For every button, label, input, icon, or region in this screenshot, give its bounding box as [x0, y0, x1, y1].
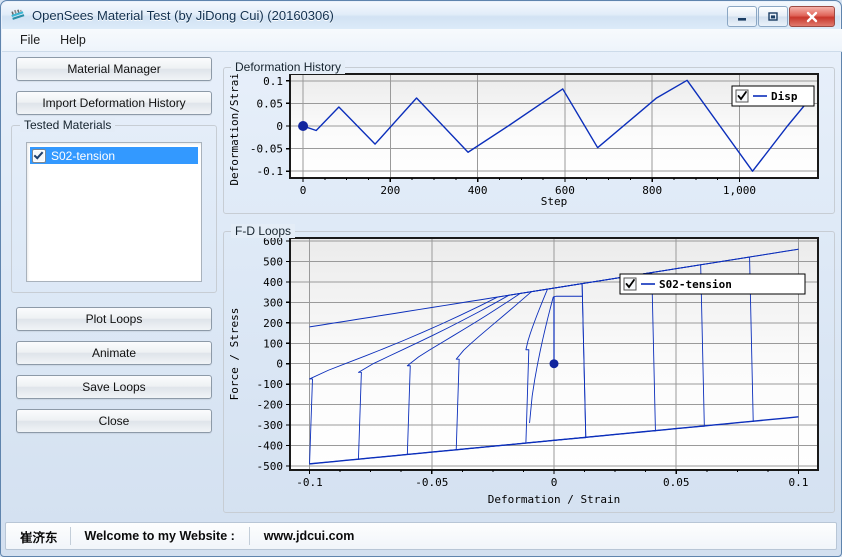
minimize-button[interactable]	[727, 6, 757, 27]
svg-text:0: 0	[300, 184, 307, 197]
status-welcome: Welcome to my Website :	[84, 529, 235, 543]
svg-text:400: 400	[263, 276, 283, 289]
save-loops-button[interactable]: Save Loops	[16, 375, 212, 399]
window-controls	[727, 6, 835, 27]
sidebar: Material Manager Import Deformation Hist…	[9, 57, 219, 443]
svg-text:0.05: 0.05	[257, 97, 284, 110]
svg-text:-400: -400	[257, 439, 284, 452]
svg-text:Force / Stress: Force / Stress	[228, 308, 241, 401]
svg-text:200: 200	[380, 184, 400, 197]
restore-button[interactable]	[758, 6, 788, 27]
svg-text:0.1: 0.1	[789, 476, 809, 489]
restore-icon	[768, 12, 778, 21]
svg-text:-500: -500	[257, 460, 284, 473]
menu-item-file[interactable]: File	[10, 31, 50, 49]
svg-text:0: 0	[276, 358, 283, 371]
fd-loops-panel: F-D Loops -0.1 -0.05 0 0.05 0.1 -500 -400 -300-…	[223, 224, 835, 513]
svg-text:-0.1: -0.1	[257, 165, 284, 178]
status-author: 崔济东	[20, 529, 58, 545]
svg-text:1,000: 1,000	[723, 184, 756, 197]
svg-text:Disp: Disp	[771, 90, 798, 103]
tested-materials-list[interactable]: S02-tension	[26, 142, 202, 282]
svg-text:800: 800	[642, 184, 662, 197]
close-button[interactable]	[789, 6, 835, 27]
tested-materials-group: Tested Materials S02-tension	[11, 118, 217, 293]
svg-text:S02-tension: S02-tension	[659, 278, 732, 291]
fd-loops-title: F-D Loops	[231, 224, 296, 238]
svg-text:400: 400	[468, 184, 488, 197]
deformation-history-panel: Deformation History 0 200 400 600 800 1,000 -0…	[223, 60, 835, 214]
menu-bar: File Help	[2, 29, 842, 52]
svg-text:0.1: 0.1	[263, 75, 283, 88]
list-item-label: S02-tension	[51, 148, 116, 163]
application-window: OpenSees Material Test (by JiDong Cui) (…	[0, 0, 842, 557]
minimize-icon	[738, 17, 746, 21]
close-button-sidebar[interactable]: Close	[16, 409, 212, 433]
svg-text:500: 500	[263, 256, 283, 269]
tested-materials-title: Tested Materials	[20, 118, 116, 132]
close-icon	[806, 11, 818, 22]
status-bar: 崔济东 Welcome to my Website : www.jdcui.co…	[5, 522, 837, 550]
svg-text:300: 300	[263, 296, 283, 309]
app-icon	[9, 7, 27, 25]
svg-text:Step: Step	[541, 195, 568, 208]
status-website[interactable]: www.jdcui.com	[250, 527, 369, 545]
svg-text:200: 200	[263, 317, 283, 330]
fd-loops-chart[interactable]: -0.1 -0.05 0 0.05 0.1 -500 -400 -300 -200 -100 0 10…	[224, 232, 830, 508]
svg-text:-300: -300	[257, 419, 284, 432]
deformation-history-title: Deformation History	[231, 60, 346, 74]
plot-loops-button[interactable]: Plot Loops	[16, 307, 212, 331]
svg-text:-0.1: -0.1	[296, 476, 323, 489]
svg-text:-0.05: -0.05	[415, 476, 448, 489]
import-deformation-history-button[interactable]: Import Deformation History	[16, 91, 212, 115]
svg-text:-0.05: -0.05	[250, 143, 283, 156]
deformation-history-chart[interactable]: 0 200 400 600 800 1,000-0.1-0.0500.050.1StepD…	[224, 68, 830, 208]
sidebar-action-buttons: Plot Loops Animate Save Loops Close	[9, 307, 219, 433]
list-item[interactable]: S02-tension	[30, 147, 198, 164]
window-title: OpenSees Material Test (by JiDong Cui) (…	[32, 8, 334, 23]
svg-text:100: 100	[263, 337, 283, 350]
svg-text:0.05: 0.05	[663, 476, 690, 489]
menu-item-help[interactable]: Help	[50, 31, 96, 49]
svg-text:Deformation/Strain: Deformation/Strain	[228, 68, 241, 186]
checkbox-icon[interactable]	[32, 148, 46, 163]
svg-text:0: 0	[276, 120, 283, 133]
svg-text:0: 0	[551, 476, 558, 489]
material-manager-button[interactable]: Material Manager	[16, 57, 212, 81]
svg-text:Deformation / Strain: Deformation / Strain	[488, 493, 620, 506]
title-bar: OpenSees Material Test (by JiDong Cui) (…	[2, 2, 840, 30]
animate-button[interactable]: Animate	[16, 341, 212, 365]
svg-text:-200: -200	[257, 399, 284, 412]
svg-text:-100: -100	[257, 378, 284, 391]
